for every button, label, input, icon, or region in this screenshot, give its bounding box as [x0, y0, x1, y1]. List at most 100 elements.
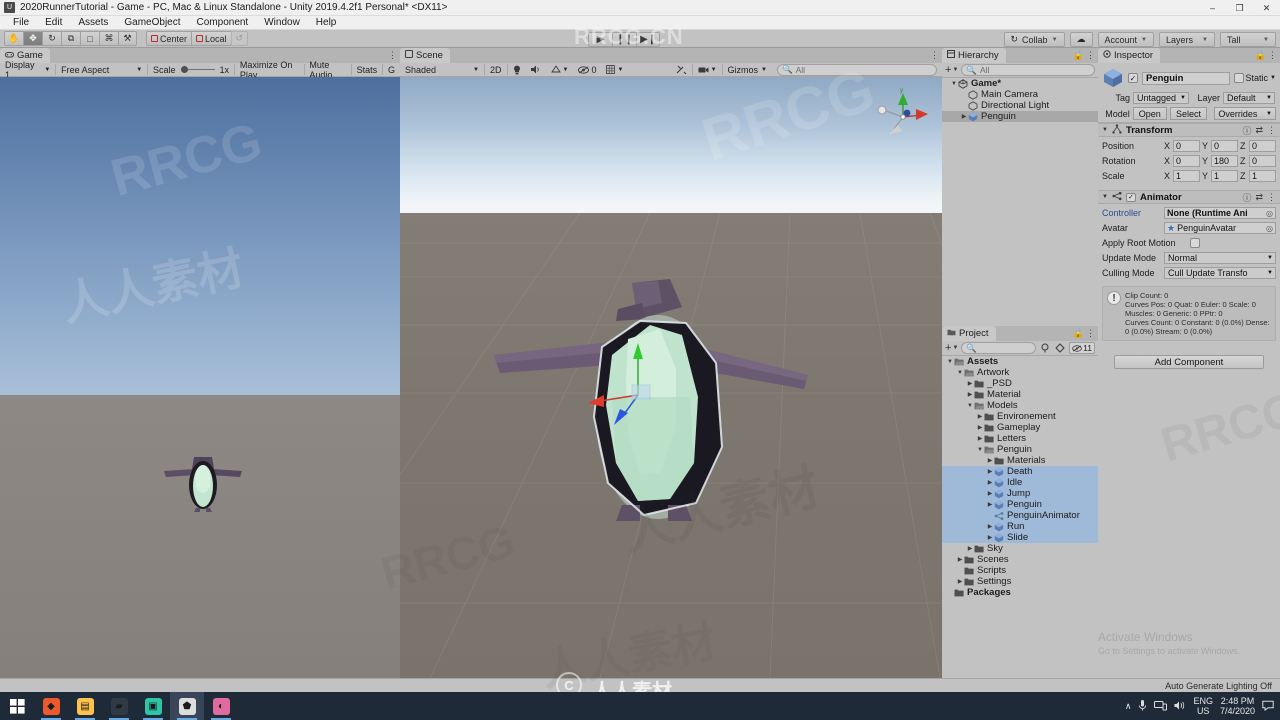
transform-component-header[interactable]: ▼ Transform ⓘ ⇄ ⋮ — [1098, 123, 1280, 137]
gizmos-dropdown[interactable]: Gizmos ▼ — [723, 63, 772, 77]
file-explorer[interactable]: ▤ — [68, 692, 102, 720]
project-row[interactable]: ▶ Environement — [942, 411, 1098, 422]
expand-arrow-icon[interactable]: ▼ — [950, 81, 958, 87]
mic-icon[interactable] — [1138, 699, 1147, 714]
collab-button[interactable]: ↻ Collab ▼ — [1003, 32, 1065, 47]
expand-arrow-icon[interactable]: ▼ — [956, 370, 964, 376]
static-toggle[interactable]: Static ▼ — [1233, 73, 1276, 83]
project-row[interactable]: ▶ Material — [942, 389, 1098, 400]
project-panel-menu-icon[interactable]: ⋮ — [1086, 328, 1095, 339]
project-row[interactable]: ▶ Penguin — [942, 499, 1098, 510]
project-row[interactable]: Packages — [942, 587, 1098, 598]
notification-center-icon[interactable] — [1262, 700, 1274, 713]
scene-orientation-gizmo[interactable]: y — [870, 85, 936, 145]
aspect-dropdown[interactable]: Free Aspect ▼ — [56, 63, 147, 77]
object-picker-icon[interactable]: ◎ — [1266, 209, 1273, 218]
project-row[interactable]: ▶ Idle — [942, 477, 1098, 488]
project-row[interactable]: ▶ Slide — [942, 532, 1098, 543]
step-button[interactable]: ▶❙ — [636, 32, 660, 47]
object-name-input[interactable]: Penguin — [1142, 71, 1230, 85]
mute-audio-toggle[interactable]: Mute Audio — [304, 60, 350, 80]
expand-arrow-icon[interactable]: ▶ — [976, 413, 984, 420]
2d-toggle[interactable]: 2D — [485, 63, 507, 77]
rotate-tool-button[interactable]: ↻ — [42, 31, 61, 46]
scale-y-input[interactable]: 1 — [1211, 170, 1238, 182]
expand-arrow-icon[interactable]: ▶ — [986, 490, 994, 497]
move-tool-button[interactable]: ✥ — [23, 31, 42, 46]
project-row[interactable]: ▼ Models — [942, 400, 1098, 411]
help-icon[interactable]: ⓘ — [1242, 124, 1251, 137]
volume-icon[interactable] — [1174, 700, 1186, 713]
scene-viewport[interactable]: y — [400, 77, 942, 678]
account-button[interactable]: Account ▼ — [1097, 32, 1154, 47]
expand-arrow-icon[interactable]: ▶ — [986, 501, 994, 508]
scale-track[interactable] — [180, 66, 215, 73]
scale-slider[interactable]: Scale 1x — [148, 63, 234, 77]
collapse-arrow-icon[interactable]: ▼ — [1102, 127, 1108, 133]
hierarchy-row[interactable]: Directional Light — [942, 100, 1098, 111]
hierarchy-panel-menu-icon[interactable]: ⋮ — [1086, 50, 1095, 61]
scene-tools-button[interactable] — [671, 63, 692, 77]
model-open-button[interactable]: Open — [1132, 107, 1167, 120]
expand-arrow-icon[interactable]: ▶ — [956, 578, 964, 585]
menu-item-component[interactable]: Component — [189, 16, 257, 30]
project-row[interactable]: ▶ Gameplay — [942, 422, 1098, 433]
component-menu-icon[interactable]: ⋮ — [1267, 192, 1276, 203]
rotation-z-input[interactable]: 0 — [1249, 155, 1276, 167]
project-row[interactable]: ▶ Materials — [942, 455, 1098, 466]
scene-audio-toggle[interactable] — [526, 63, 546, 77]
scene-visibility-toggle[interactable]: 0 — [573, 63, 601, 77]
rotation-x-input[interactable]: 0 — [1173, 155, 1200, 167]
scene-grid-dropdown[interactable]: ▼ — [601, 63, 628, 77]
model-select-button[interactable]: Select — [1169, 107, 1208, 120]
scale-tool-button[interactable]: ⧉ — [61, 31, 80, 46]
menu-item-window[interactable]: Window — [256, 16, 308, 30]
project-search-input[interactable]: 🔍 — [961, 342, 1037, 354]
menu-item-help[interactable]: Help — [308, 16, 345, 30]
expand-arrow-icon[interactable]: ▶ — [960, 113, 968, 120]
tab-hierarchy[interactable]: Hierarchy — [942, 48, 1006, 63]
close-button[interactable]: ✕ — [1253, 0, 1280, 16]
project-row[interactable]: ▼ Penguin — [942, 444, 1098, 455]
object-picker-icon[interactable]: ◎ — [1266, 224, 1273, 233]
scene-lighting-toggle[interactable] — [508, 63, 526, 77]
brave-browser[interactable]: ◆ — [34, 692, 68, 720]
lock-icon[interactable]: 🔒 — [1073, 328, 1084, 339]
expand-arrow-icon[interactable]: ▶ — [986, 468, 994, 475]
project-row[interactable]: PenguinAnimator — [942, 510, 1098, 521]
project-row[interactable]: ▶ Letters — [942, 433, 1098, 444]
update-mode-dropdown[interactable]: Normal ▼ — [1164, 252, 1276, 264]
inspector-panel-menu-icon[interactable]: ⋮ — [1268, 50, 1277, 61]
lock-icon[interactable]: 🔒 — [1255, 50, 1266, 61]
controller-field[interactable]: None (Runtime Ani ◎ — [1164, 207, 1276, 219]
component-menu-icon[interactable]: ⋮ — [1267, 125, 1276, 136]
expand-arrow-icon[interactable]: ▶ — [986, 534, 994, 541]
animator-enabled-checkbox[interactable]: ✓ — [1125, 192, 1136, 202]
transform-tool-button[interactable]: ⌘ — [99, 31, 118, 46]
terminal[interactable]: ▰ — [102, 692, 136, 720]
static-checkbox[interactable] — [1233, 73, 1244, 83]
search-input[interactable]: 🔍 All — [777, 63, 937, 76]
layers-button[interactable]: Layers ▼ — [1159, 32, 1215, 47]
expand-arrow-icon[interactable]: ▼ — [966, 403, 974, 409]
menu-item-file[interactable]: File — [5, 16, 37, 30]
vscode-editor[interactable]: ▣ — [136, 692, 170, 720]
tab-project[interactable]: Project — [942, 326, 996, 341]
culling-mode-dropdown[interactable]: Cull Update Transfo ▼ — [1164, 267, 1276, 279]
expand-arrow-icon[interactable]: ▶ — [966, 380, 974, 387]
position-y-input[interactable]: 0 — [1211, 140, 1238, 152]
layer-dropdown[interactable]: Default ▼ — [1223, 92, 1275, 104]
project-row[interactable]: ▶ Scenes — [942, 554, 1098, 565]
shading-mode-dropdown[interactable]: Shaded ▼ — [400, 63, 484, 77]
network-icon[interactable] — [1154, 700, 1168, 713]
expand-arrow-icon[interactable]: ▶ — [976, 424, 984, 431]
hand-tool-button[interactable]: ✋ — [4, 31, 23, 46]
project-row[interactable]: Scripts — [942, 565, 1098, 576]
scale-knob[interactable] — [180, 66, 188, 73]
game-panel-menu-icon[interactable]: ⋮ — [388, 50, 397, 61]
filter-by-label-icon[interactable] — [1054, 342, 1066, 354]
expand-arrow-icon[interactable]: ▼ — [946, 359, 954, 365]
expand-arrow-icon[interactable]: ▶ — [986, 457, 994, 464]
hierarchy-tree[interactable]: ▼ Game* Main Camera Directional Light ▶ Pengu… — [942, 78, 1098, 326]
create-object-button[interactable]: + ▼ — [945, 64, 958, 76]
